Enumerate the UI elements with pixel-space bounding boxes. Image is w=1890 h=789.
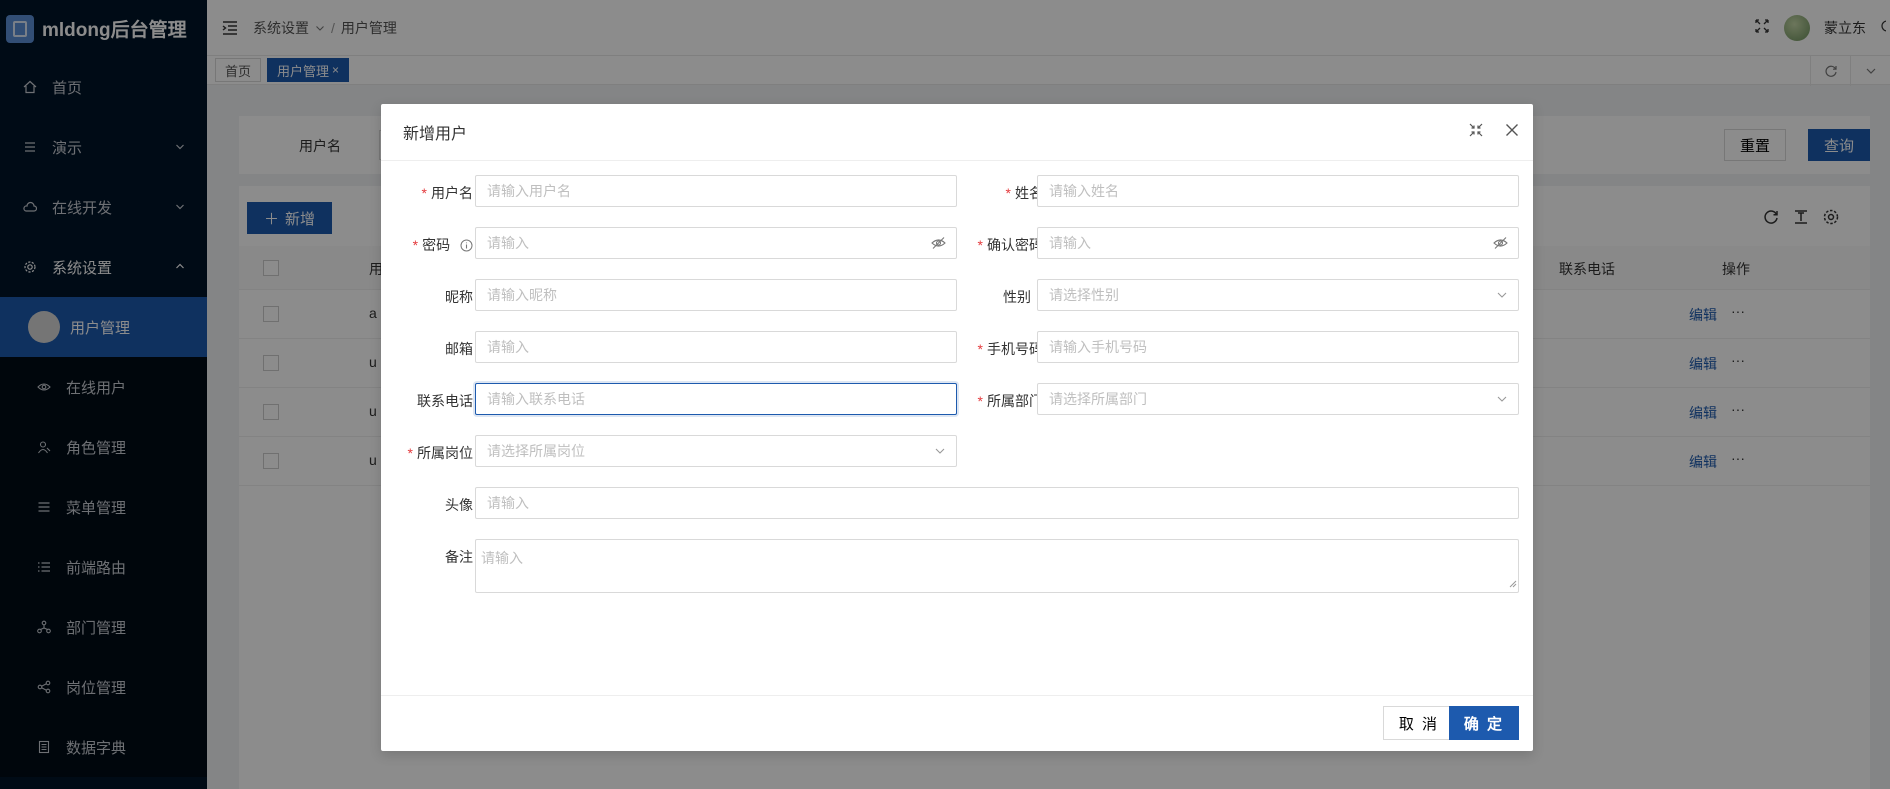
dept-label: * 所属部门 xyxy=(959,391,1043,411)
phone-label-text: 联系电话 xyxy=(417,393,473,409)
mobile-input[interactable]: 请输入手机号码 xyxy=(1037,331,1519,363)
dept-select[interactable]: 请选择所属部门 xyxy=(1037,383,1519,415)
confirm-password-label: * 确认密码 xyxy=(959,235,1043,255)
required-mark: * xyxy=(407,445,413,461)
gender-label: 性别 xyxy=(959,287,1031,307)
modal-footer: 取 消 确 定 xyxy=(381,695,1533,751)
remark-label: 备注 xyxy=(401,547,473,567)
post-label: * 所属岗位 xyxy=(387,443,473,463)
required-mark: * xyxy=(977,341,983,357)
realname-label: * 姓名 xyxy=(959,183,1043,203)
confirm-password-input[interactable]: 请输入 xyxy=(1037,227,1519,259)
eye-invisible-icon[interactable] xyxy=(1493,236,1508,251)
modal-header: 新增用户 xyxy=(381,104,1533,161)
email-label: 邮箱 xyxy=(401,339,473,359)
avatar-label-text: 头像 xyxy=(445,497,473,513)
required-mark: * xyxy=(977,393,983,409)
password-input[interactable]: 请输入 xyxy=(475,227,957,259)
email-placeholder: 请输入 xyxy=(487,339,529,355)
username-placeholder: 请输入用户名 xyxy=(487,183,571,199)
modal-header-actions xyxy=(1469,104,1519,161)
mobile-label-text: 手机号码 xyxy=(987,341,1043,357)
mobile-label: * 手机号码 xyxy=(959,339,1043,359)
dept-placeholder: 请选择所属部门 xyxy=(1049,391,1147,407)
modal-title: 新增用户 xyxy=(403,126,468,143)
modal-body: *用户名 请输入用户名 *姓名 请输入姓名 *密码 请输入 *确认密码 xyxy=(381,161,1533,694)
nickname-input[interactable]: 请输入昵称 xyxy=(475,279,957,311)
realname-input[interactable]: 请输入姓名 xyxy=(1037,175,1519,207)
required-mark: * xyxy=(977,237,983,253)
avatar-input[interactable]: 请输入 xyxy=(475,487,1519,519)
password-label: * 密码 xyxy=(387,235,473,255)
gender-select[interactable]: 请选择性别 xyxy=(1037,279,1519,311)
required-mark: * xyxy=(412,237,419,253)
email-field[interactable]: 请输入 xyxy=(475,331,957,363)
password-placeholder: 请输入 xyxy=(487,235,529,251)
mobile-placeholder: 请输入手机号码 xyxy=(1049,339,1147,355)
phone-input[interactable]: 请输入联系电话 xyxy=(475,383,957,415)
gender-placeholder: 请选择性别 xyxy=(1049,287,1119,303)
remark-placeholder: 请输入 xyxy=(481,550,523,566)
remark-textarea[interactable]: 请输入 xyxy=(475,539,1519,593)
required-mark: * xyxy=(421,185,427,201)
post-select[interactable]: 请选择所属岗位 xyxy=(475,435,957,467)
remark-label-text: 备注 xyxy=(445,549,473,565)
chevron-down-icon xyxy=(934,445,946,457)
fullscreen-icon[interactable] xyxy=(1469,123,1483,142)
phone-placeholder: 请输入联系电话 xyxy=(487,391,585,407)
confirm-password-placeholder: 请输入 xyxy=(1049,235,1091,251)
email-label-text: 邮箱 xyxy=(445,341,473,357)
required-mark: * xyxy=(1005,185,1011,201)
gender-label-text: 性别 xyxy=(1003,289,1031,305)
username-label-text: 用户名 xyxy=(431,185,473,201)
post-label-text: 所属岗位 xyxy=(417,445,473,461)
resize-handle-icon[interactable] xyxy=(1509,575,1517,591)
avatar-label: 头像 xyxy=(401,495,473,515)
cancel-button[interactable]: 取 消 xyxy=(1382,706,1455,740)
chevron-down-icon xyxy=(1496,393,1508,405)
username-label: * 用户名 xyxy=(401,183,473,203)
nickname-label: 昵称 xyxy=(401,287,473,307)
post-placeholder: 请选择所属岗位 xyxy=(487,443,585,459)
username-input[interactable]: 请输入用户名 xyxy=(475,175,957,207)
eye-invisible-icon[interactable] xyxy=(931,236,946,251)
phone-label: 联系电话 xyxy=(401,391,473,411)
close-icon[interactable] xyxy=(1505,123,1519,142)
info-icon[interactable] xyxy=(460,239,473,255)
realname-placeholder: 请输入姓名 xyxy=(1049,183,1119,199)
nickname-label-text: 昵称 xyxy=(445,289,473,305)
password-label-text: 密码 xyxy=(422,237,451,253)
dept-label-text: 所属部门 xyxy=(987,393,1043,409)
confirm-password-label-text: 确认密码 xyxy=(987,237,1043,253)
nickname-placeholder: 请输入昵称 xyxy=(487,287,557,303)
chevron-down-icon xyxy=(1496,289,1508,301)
ok-button[interactable]: 确 定 xyxy=(1448,706,1519,740)
add-user-modal: 新增用户 * 用户名 请输入用户名 * 姓名 请输入姓名 * 密码 请输入 * … xyxy=(381,104,1533,751)
avatar-placeholder: 请输入 xyxy=(487,495,529,511)
